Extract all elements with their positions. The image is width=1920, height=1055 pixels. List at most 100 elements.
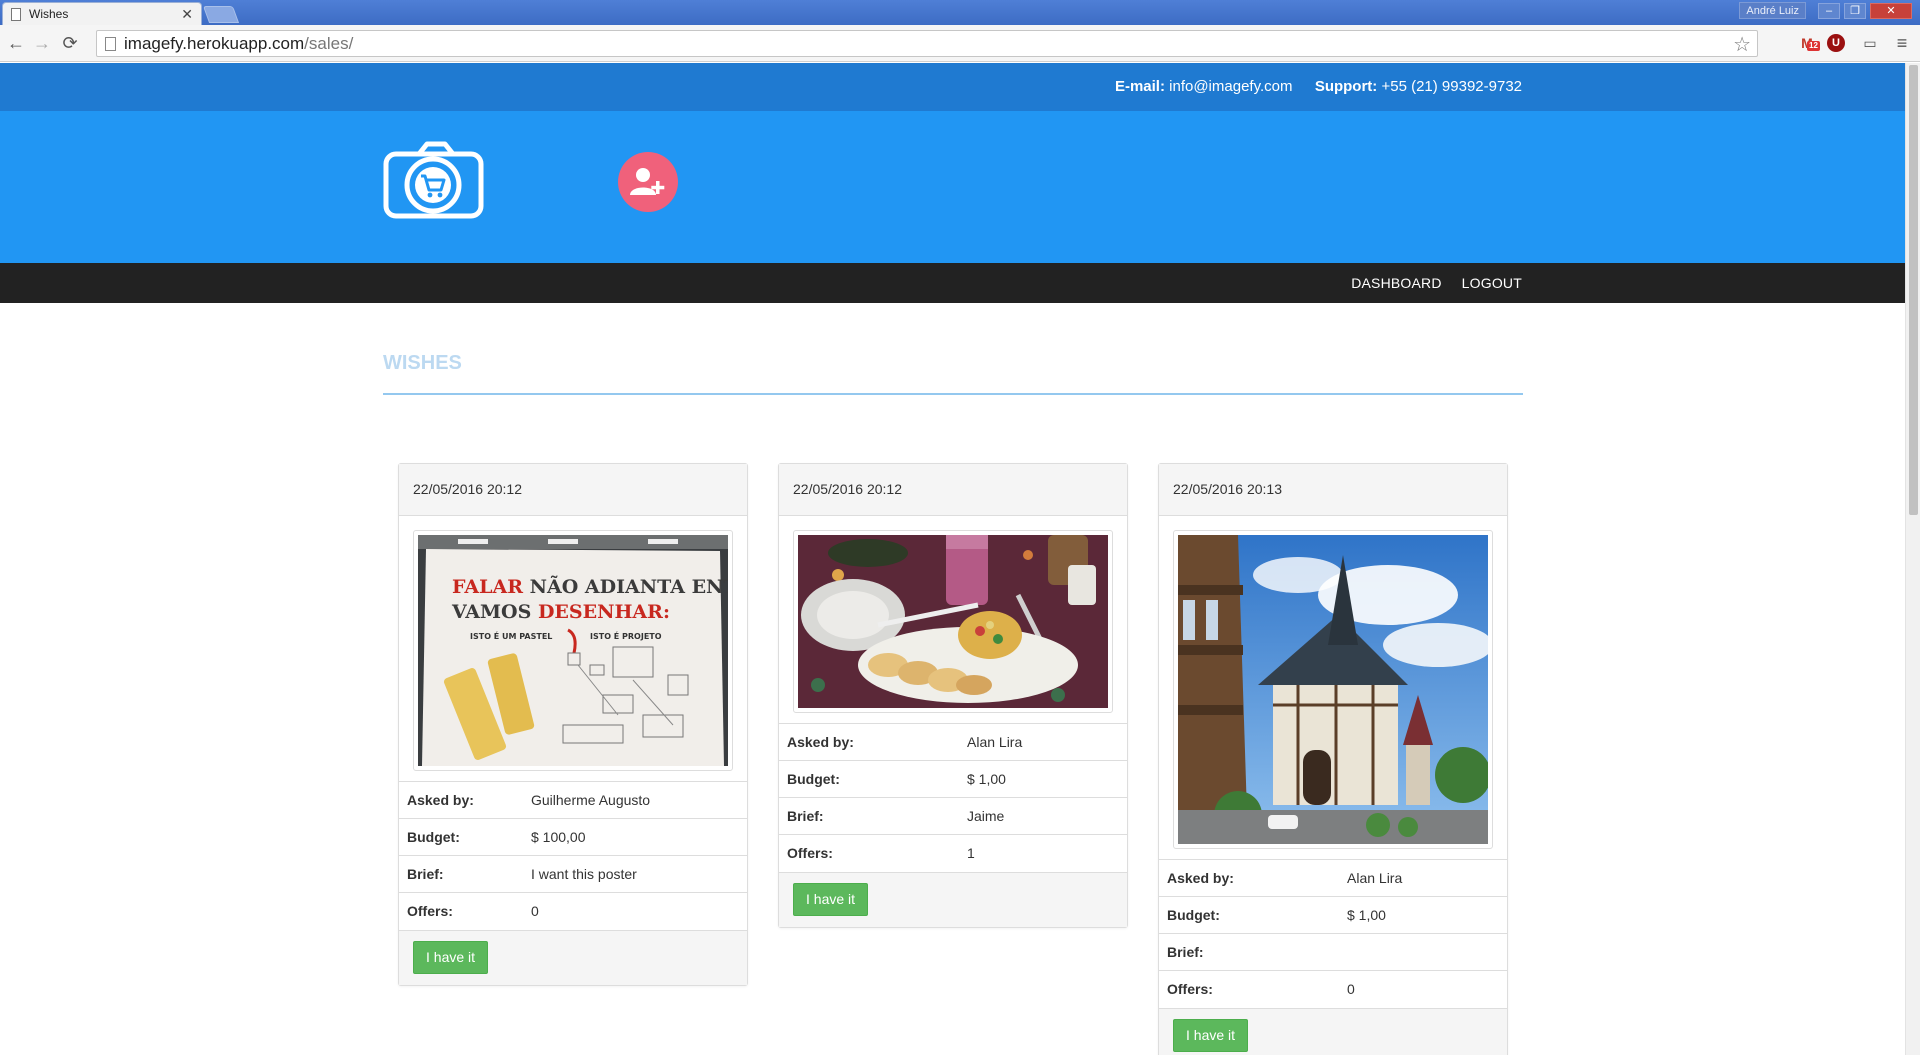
nav-links: DASHBOARD LOGOUT <box>1351 263 1522 303</box>
svg-text:VAMOS DESENHAR:: VAMOS DESENHAR: <box>451 601 670 623</box>
poster-right-caption: ISTO É PROJETO <box>590 630 662 641</box>
wish-card-body <box>779 516 1127 713</box>
wish-image[interactable]: FALAR NÃO ADIANTA ENTÃO VAMOS DESENHAR: … <box>413 530 733 771</box>
wish-card-body <box>1159 516 1507 849</box>
wish-image[interactable] <box>793 530 1113 713</box>
main-container: WISHES 22/05/2016 20:12 FALAR NÃO ADIANT… <box>383 303 1523 1055</box>
brief-label: Brief: <box>779 797 959 835</box>
minimize-icon[interactable]: – <box>1818 2 1840 19</box>
email-label: E-mail: <box>1114 78 1165 95</box>
offers-value: 0 <box>1339 970 1507 1008</box>
bookmark-star-icon[interactable]: ☆ <box>1733 32 1751 57</box>
header-banner <box>0 111 1905 263</box>
page-viewport: E-mail: info@imagefy.com Support: +55 (2… <box>0 63 1905 1055</box>
i-have-it-button[interactable]: I have it <box>413 940 489 974</box>
budget-label: Budget: <box>1159 896 1339 934</box>
poster-line1-red: FALAR <box>452 576 523 598</box>
support-phone: +55 (21) 99392-9732 <box>1381 78 1522 95</box>
budget-value: $ 1,00 <box>959 760 1127 798</box>
table-row: Budget: $ 1,00 <box>1159 896 1507 934</box>
page-scrollbar[interactable] <box>1905 63 1920 1055</box>
building-photo <box>1178 535 1488 844</box>
address-bar[interactable]: imagefy.herokuapp.com/sales/ ☆ <box>96 30 1758 57</box>
browser-titlebar: Wishes ✕ André Luiz – ❐ ✕ <box>0 0 1920 25</box>
window-close-icon[interactable]: ✕ <box>1870 2 1912 19</box>
page-icon <box>105 36 116 51</box>
wish-card: 22/05/2016 20:12 FALAR NÃO ADIANTA ENTÃO <box>398 463 748 986</box>
ublock-extension-icon[interactable]: U <box>1827 34 1845 52</box>
main-navbar: DASHBOARD LOGOUT <box>0 263 1905 303</box>
contact-info: E-mail: info@imagefy.com Support: +55 (2… <box>1115 78 1522 95</box>
table-row: Offers: 0 <box>399 892 747 930</box>
scrollbar-thumb[interactable] <box>1909 65 1918 515</box>
forward-arrow-icon[interactable]: → <box>30 31 54 55</box>
brief-value <box>1339 933 1507 971</box>
gmail-extension-icon[interactable]: M12 <box>1796 32 1820 54</box>
nav-dashboard-link[interactable]: DASHBOARD <box>1351 275 1441 291</box>
title-divider <box>383 393 1523 395</box>
new-tab-button[interactable] <box>202 6 240 23</box>
brief-label: Brief: <box>399 855 523 893</box>
table-row: Asked by: Alan Lira <box>779 723 1127 761</box>
poster-line1-rest: NÃO ADIANTA ENTÃO <box>523 575 728 598</box>
restore-icon[interactable]: ❐ <box>1844 2 1866 19</box>
table-row: Offers: 0 <box>1159 970 1507 1008</box>
wish-details-table: Asked by: Guilherme Augusto Budget: $ 10… <box>399 781 747 930</box>
table-row: Asked by: Guilherme Augusto <box>399 781 747 819</box>
asked-by-label: Asked by: <box>399 781 523 819</box>
offers-label: Offers: <box>779 834 959 872</box>
i-have-it-button[interactable]: I have it <box>793 882 869 916</box>
budget-value: $ 100,00 <box>523 818 747 856</box>
reload-icon[interactable]: ⟳ <box>58 31 82 55</box>
wish-date: 22/05/2016 20:12 <box>779 464 1127 516</box>
i-have-it-button[interactable]: I have it <box>1173 1018 1249 1052</box>
asked-by-value: Alan Lira <box>1339 859 1507 897</box>
wish-card-footer: I have it <box>399 929 747 985</box>
wish-card-footer: I have it <box>779 871 1127 927</box>
wish-card-footer: I have it <box>1159 1007 1507 1055</box>
url-host: imagefy.herokuapp.com <box>124 33 305 53</box>
add-user-icon <box>630 168 665 195</box>
camera-cart-logo-icon[interactable] <box>383 140 484 219</box>
page-icon <box>11 7 21 21</box>
email-link[interactable]: info@imagefy.com <box>1169 78 1292 95</box>
back-arrow-icon[interactable]: ← <box>4 31 28 55</box>
menu-icon[interactable]: ≡ <box>1891 32 1913 54</box>
nav-logout-link[interactable]: LOGOUT <box>1462 275 1522 291</box>
window-controls: André Luiz – ❐ ✕ <box>1739 2 1912 19</box>
browser-tab[interactable]: Wishes ✕ <box>2 2 202 25</box>
cast-icon[interactable]: ▭ <box>1859 32 1881 54</box>
budget-label: Budget: <box>779 760 959 798</box>
brief-value: I want this poster <box>523 855 747 893</box>
contact-bar: E-mail: info@imagefy.com Support: +55 (2… <box>0 63 1905 111</box>
poster-line2-red: DESENHAR: <box>538 601 670 623</box>
page-title: WISHES <box>383 352 462 374</box>
offers-label: Offers: <box>1159 970 1339 1008</box>
table-row: Brief: I want this poster <box>399 855 747 893</box>
poster-line2-start: VAMOS <box>451 601 538 623</box>
asked-by-value: Guilherme Augusto <box>523 781 747 819</box>
asked-by-label: Asked by: <box>1159 859 1339 897</box>
add-user-button[interactable] <box>618 152 678 212</box>
wish-card: 22/05/2016 20:12 Asked by: Alan Lira Bud… <box>778 463 1128 928</box>
browser-user-label[interactable]: André Luiz <box>1739 2 1806 19</box>
brief-value: Jaime <box>959 797 1127 835</box>
wish-date: 22/05/2016 20:12 <box>399 464 747 516</box>
poster-photo: FALAR NÃO ADIANTA ENTÃO VAMOS DESENHAR: … <box>418 535 728 766</box>
offers-label: Offers: <box>399 892 523 930</box>
brief-label: Brief: <box>1159 933 1339 971</box>
table-row: Brief: <box>1159 933 1507 971</box>
wish-image[interactable] <box>1173 530 1493 849</box>
table-row: Budget: $ 1,00 <box>779 760 1127 798</box>
tab-title: Wishes <box>29 7 69 21</box>
tab-close-icon[interactable]: ✕ <box>181 6 193 23</box>
url-path: /sales/ <box>304 33 354 53</box>
asked-by-label: Asked by: <box>779 723 959 761</box>
food-photo <box>798 535 1108 708</box>
support-label: Support: <box>1314 78 1378 95</box>
budget-value: $ 1,00 <box>1339 896 1507 934</box>
poster-left-caption: ISTO É UM PASTEL <box>470 630 552 641</box>
wish-details-table: Asked by: Alan Lira Budget: $ 1,00 Brief… <box>1159 859 1507 1008</box>
table-row: Offers: 1 <box>779 834 1127 872</box>
gmail-badge: 12 <box>1807 41 1820 51</box>
